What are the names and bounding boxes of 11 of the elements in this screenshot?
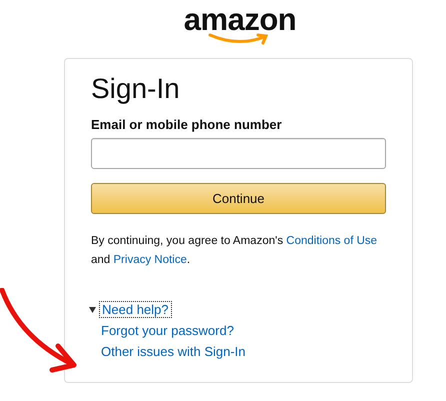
field-label: Email or mobile phone number: [91, 117, 283, 132]
page-title: Sign-In: [91, 73, 181, 105]
legal-text: By continuing, you agree to Amazon's Conditions of Use and Privacy Notice.: [91, 234, 378, 268]
email-field[interactable]: [91, 138, 386, 169]
continue-button[interactable]: Continue: [91, 183, 386, 214]
help-link[interactable]: Forgot your password?: [101, 323, 386, 338]
logo-text: amazon: [184, 4, 296, 36]
legal-link[interactable]: Privacy Notice: [113, 254, 187, 266]
legal-link[interactable]: Conditions of Use: [286, 235, 378, 247]
need-help-link[interactable]: Need help?: [100, 302, 170, 317]
help-link[interactable]: Other issues with Sign-In: [101, 344, 386, 359]
